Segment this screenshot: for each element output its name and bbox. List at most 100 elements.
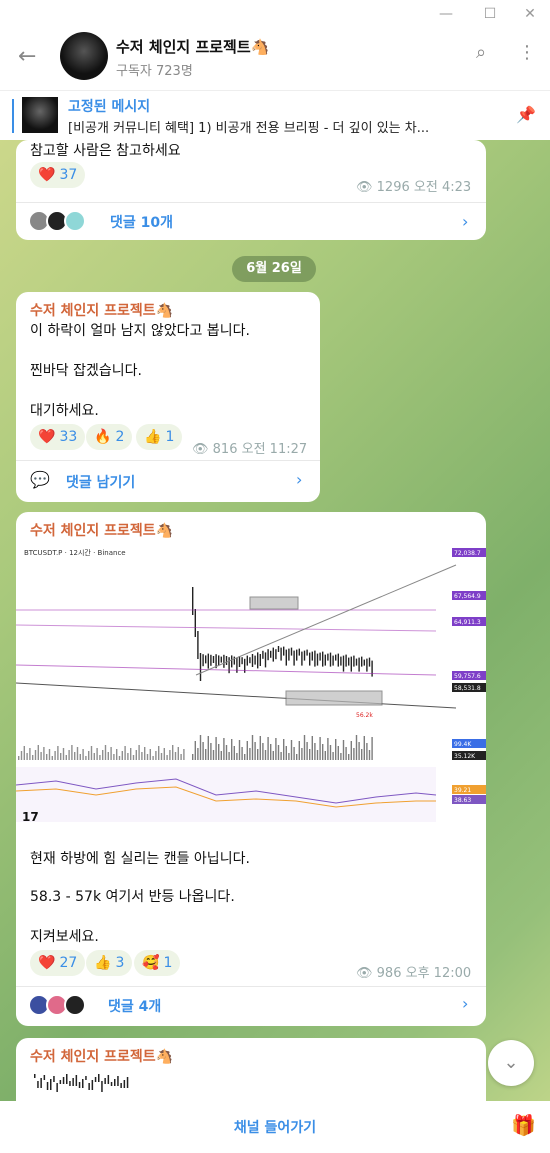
candle	[342, 655, 345, 672]
sender-name[interactable]: 수저 체인지 프로젝트🐴	[30, 1046, 173, 1066]
volume-bar	[197, 748, 199, 760]
candle	[270, 650, 272, 658]
volume-bar	[353, 748, 355, 760]
candle	[363, 659, 365, 666]
more-options-icon[interactable]: ⋮	[518, 42, 536, 63]
volume-bar	[223, 738, 225, 760]
volume-bar	[127, 753, 129, 760]
volume-bar	[20, 751, 23, 760]
volume-bar	[210, 743, 212, 760]
volume-bar	[236, 753, 238, 760]
volume-bar	[220, 751, 222, 760]
scroll-down-button[interactable]: ⌄	[488, 1040, 534, 1086]
chevron-right-icon[interactable]: ›	[462, 212, 468, 231]
candle	[298, 648, 300, 656]
volume-bar	[270, 744, 272, 760]
pinned-title: 고정된 메시지	[68, 99, 151, 115]
candle	[353, 655, 355, 667]
candle	[114, 1079, 116, 1086]
pinned-text: [비공개 커뮤니티 혜택] 1) 비공개 전용 브리핑 - 더 깊이 있는 차.…	[68, 121, 430, 136]
search-icon[interactable]: ⌕	[476, 42, 486, 63]
heart-icon: ❤️	[38, 955, 56, 971]
candle	[316, 653, 319, 666]
reaction-thumbs-up[interactable]: 👍 1	[136, 424, 183, 450]
maximize-icon[interactable]: ☐	[480, 4, 500, 24]
comments-button[interactable]: 댓글 4개	[108, 996, 161, 1016]
volume-bar	[303, 735, 306, 760]
candle	[332, 655, 334, 666]
reaction-fire[interactable]: 🔥 2	[86, 424, 133, 450]
volume-bar	[144, 747, 146, 760]
candle	[366, 658, 368, 672]
minimize-icon[interactable]: —	[436, 4, 456, 24]
reaction-heart[interactable]: ❤️ 27	[30, 950, 86, 976]
candle	[218, 655, 220, 666]
volume-bar	[342, 740, 345, 760]
channel-header: ← 수저 체인지 프로젝트🐴 구독자 723명 ⌕ ⋮	[0, 28, 550, 90]
chevron-right-icon[interactable]: ›	[296, 470, 302, 489]
candle	[350, 656, 352, 672]
candle	[199, 653, 202, 681]
reaction-smiling-hearts[interactable]: 🥰 1	[134, 950, 181, 976]
candle	[53, 1076, 55, 1082]
candle	[322, 651, 324, 667]
reaction-heart[interactable]: ❤️ 37	[30, 162, 86, 188]
volume-bar	[288, 753, 290, 760]
pin-icon[interactable]: 📌	[516, 105, 536, 124]
volume-bar	[264, 750, 267, 760]
reaction-count: 27	[59, 955, 78, 971]
reaction-thumbs-up[interactable]: 👍 3	[86, 950, 133, 976]
chevron-right-icon[interactable]: ›	[462, 994, 468, 1013]
channel-avatar[interactable]	[60, 32, 108, 80]
close-icon[interactable]: ✕	[520, 4, 540, 24]
channel-title[interactable]: 수저 체인지 프로젝트🐴	[116, 36, 269, 57]
comments-button[interactable]: 댓글 10개	[110, 212, 173, 232]
volume-bar	[231, 739, 233, 760]
volume-bar	[348, 754, 350, 760]
candle	[104, 1078, 106, 1084]
candle	[311, 651, 313, 661]
trading-chart-image[interactable]: BTCUSDT.P · 12시간 · Binance 56.2k 17 72,0…	[15, 545, 486, 830]
join-channel-button[interactable]: 채널 들어가기	[0, 1117, 550, 1137]
volume-bar	[96, 748, 98, 760]
volume-bar	[368, 750, 371, 760]
candle	[59, 1080, 62, 1084]
candle	[117, 1076, 119, 1086]
post-time: 오전 4:23	[413, 180, 472, 195]
volume-bar	[183, 749, 185, 760]
candle	[306, 649, 308, 656]
comment-bubble-icon: 💬	[30, 470, 50, 489]
message-line: 대기하세요.	[30, 403, 99, 419]
volume-bar	[324, 751, 326, 760]
candle	[72, 1078, 74, 1086]
volume-bar	[275, 738, 277, 760]
volume-bar	[215, 737, 217, 760]
volume-bar	[172, 745, 174, 760]
volume-bar	[166, 755, 168, 760]
sender-name[interactable]: 수저 체인지 프로젝트🐴	[30, 300, 173, 320]
candle	[309, 652, 311, 666]
pinned-message-bar[interactable]: 고정된 메시지 [비공개 커뮤니티 혜택] 1) 비공개 전용 브리핑 - 더 …	[0, 90, 550, 140]
volume-bar	[62, 748, 65, 760]
sender-name[interactable]: 수저 체인지 프로젝트🐴	[30, 520, 173, 540]
volume-bar	[146, 754, 149, 760]
volume-bar	[241, 747, 243, 760]
candle	[277, 646, 280, 652]
volume-bar	[225, 745, 228, 760]
candle	[75, 1075, 78, 1086]
price-label: 59,757.6	[454, 673, 481, 680]
candle	[283, 646, 285, 656]
gift-icon[interactable]: 🎁	[511, 1113, 536, 1137]
volume-bar	[149, 749, 151, 760]
reaction-heart[interactable]: ❤️ 33	[30, 424, 86, 450]
volume-bar	[277, 745, 280, 760]
heart-icon: ❤️	[38, 429, 56, 445]
tradingview-logo: 17	[22, 810, 39, 824]
back-arrow-icon[interactable]: ←	[18, 44, 36, 69]
volume-bar	[104, 745, 107, 760]
leave-comment-button[interactable]: 댓글 남기기	[66, 472, 135, 492]
candle	[257, 652, 259, 669]
volume-bar	[102, 750, 104, 760]
candle	[56, 1083, 58, 1092]
volume-bar	[322, 744, 324, 760]
